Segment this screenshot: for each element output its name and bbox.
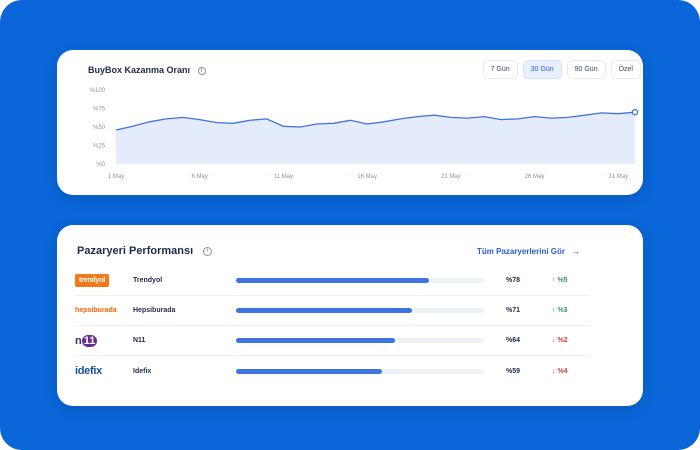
marketplace-delta: ↓ %4	[552, 367, 568, 375]
idefix-logo: idefix	[75, 365, 102, 377]
marketplace-delta: ↑ %5	[552, 277, 568, 284]
x-tick-label: 6 May	[192, 174, 208, 180]
arrow-down-icon: ↓	[552, 337, 556, 344]
y-tick-label: %100	[90, 88, 106, 94]
see-all-marketplaces-link[interactable]: Tüm Pazaryerlerini Gör →	[477, 246, 580, 256]
marketplace-row-hepsiburada[interactable]: hepsiburada Hepsiburada %71 ↑ %3	[75, 296, 590, 326]
hepsiburada-logo: hepsiburada	[75, 307, 117, 314]
range-tabs: 7 Gün 30 Gün 90 Gün Özel	[482, 60, 641, 79]
marketplace-performance-card: Pazaryeri Performansı i Tüm Pazaryerleri…	[57, 225, 643, 406]
y-tick-label: %75	[93, 107, 106, 113]
tab-30-days[interactable]: 30 Gün	[522, 60, 562, 79]
marketplace-delta: ↓ %2	[552, 337, 568, 344]
marketplace-delta: ↑ %3	[552, 307, 568, 314]
x-tick-label: 11 May	[274, 174, 293, 180]
y-tick-label: %25	[93, 144, 106, 150]
marketplace-pct: %78	[506, 277, 521, 284]
marketplace-row-n11[interactable]: n 11 N11 %64 ↓ %2	[75, 326, 590, 356]
info-icon[interactable]: i	[197, 66, 206, 75]
trendyol-logo: trendyol	[75, 272, 127, 290]
series-area	[116, 112, 635, 164]
marketplace-name: N11	[133, 337, 146, 344]
n11-logo: n 11	[75, 334, 98, 347]
buybox-chart-card: %100 %75 %50 %25 %0 1 May 6 May 11 May 16 May 21 …	[57, 50, 643, 195]
marketplace-name: Trendyol	[133, 277, 163, 284]
chart-title-text: BuyBox Kazanma Oranı	[88, 65, 191, 75]
perf-title-text: Pazaryeri Performansı	[77, 245, 194, 257]
x-tick-label: 26 May	[525, 174, 545, 180]
progress-track	[236, 338, 484, 343]
tab-90-days[interactable]: 90 Gün	[566, 60, 606, 79]
marketplace-pct: %64	[506, 337, 521, 344]
arrow-right-icon: →	[571, 246, 580, 256]
x-tick-label: 21 May	[441, 174, 461, 180]
x-tick-label: 1 May	[108, 174, 124, 180]
progress-fill	[236, 368, 383, 374]
chart-title: BuyBox Kazanma Oranı i	[88, 65, 206, 75]
x-tick-label: 31 May	[608, 174, 628, 180]
marketplace-name: Hepsiburada	[133, 307, 176, 314]
background-frame: %100 %75 %50 %25 %0 1 May 6 May 11 May 16 May 21 …	[0, 0, 700, 450]
x-tick-label: 16 May	[357, 174, 377, 180]
info-icon[interactable]: i	[203, 246, 213, 256]
y-tick-label: %50	[93, 125, 106, 131]
marketplace-row-trendyol[interactable]: trendyol Trendyol %78 ↑ %5	[75, 266, 590, 296]
see-all-label: Tüm Pazaryerlerini Gör	[476, 246, 565, 256]
arrow-up-icon: ↑	[552, 307, 556, 314]
series-end-point	[631, 108, 639, 116]
progress-track	[236, 308, 484, 313]
perf-title: Pazaryeri Performansı i	[77, 245, 213, 257]
marketplace-name: Idefix	[133, 367, 152, 375]
tab-7-days[interactable]: 7 Gün	[482, 60, 518, 79]
progress-fill	[236, 338, 395, 343]
progress-fill	[236, 308, 413, 313]
progress-track	[236, 278, 484, 283]
tab-custom[interactable]: Özel	[610, 60, 641, 79]
marketplace-pct: %71	[506, 307, 521, 314]
marketplace-pct: %59	[506, 367, 521, 375]
marketplace-row-idefix[interactable]: idefix Idefix %59 ↓ %4	[75, 356, 590, 386]
progress-fill	[236, 278, 430, 283]
progress-track	[236, 368, 484, 374]
y-tick-label: %0	[96, 162, 105, 168]
arrow-down-icon: ↓	[552, 367, 556, 375]
arrow-up-icon: ↑	[552, 277, 556, 284]
